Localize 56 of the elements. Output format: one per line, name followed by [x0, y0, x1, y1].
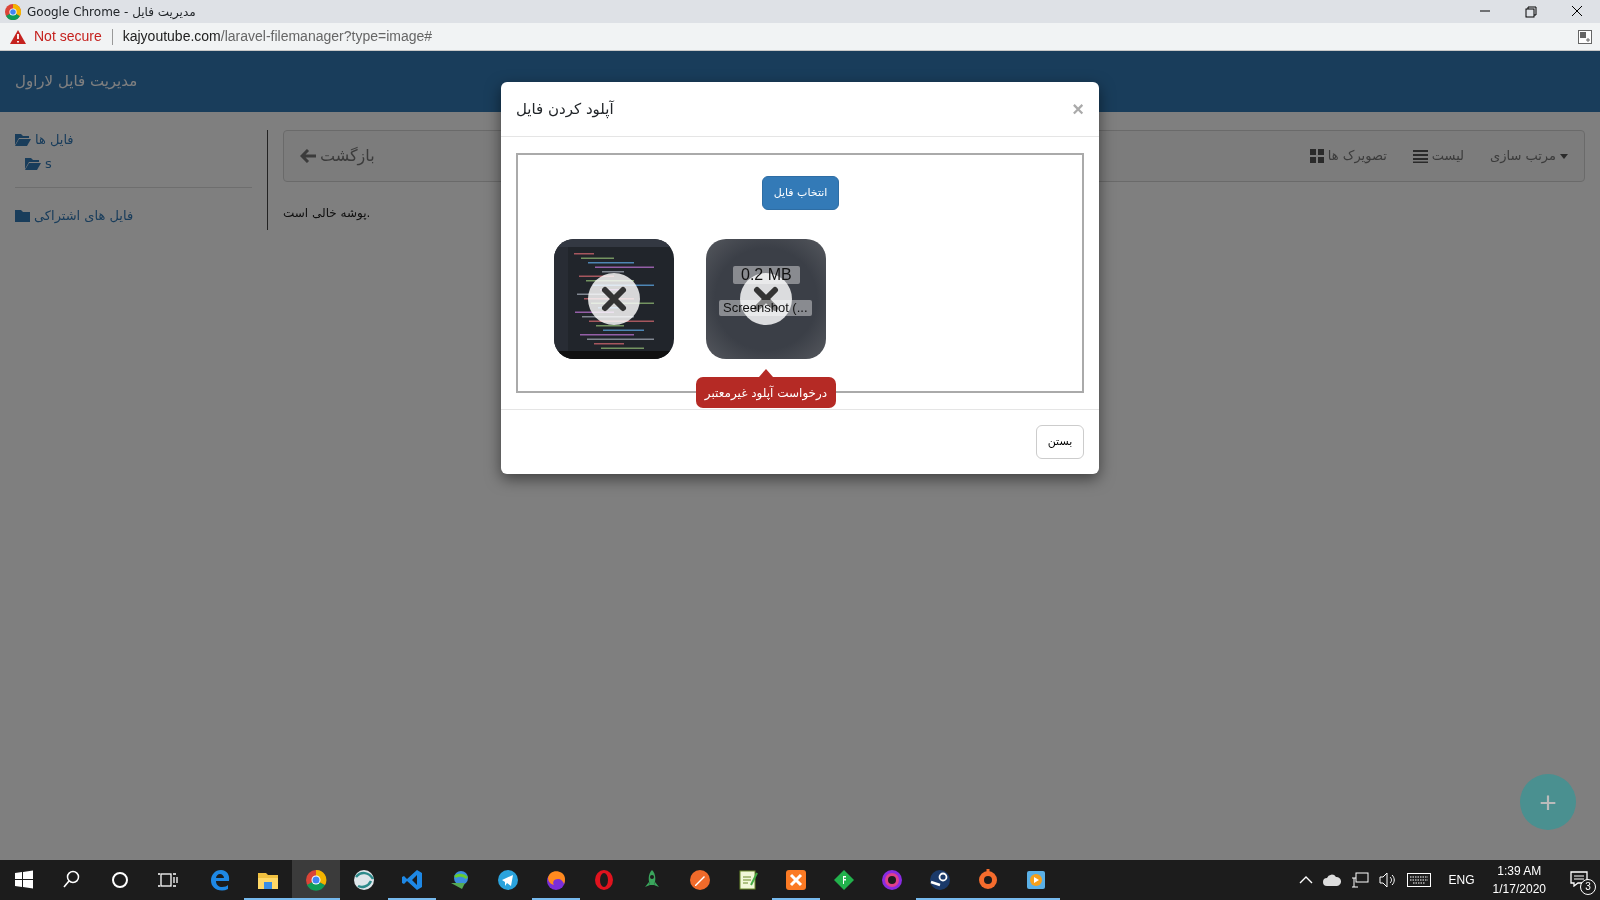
close-icon[interactable] [1570, 5, 1584, 18]
app-title: مدیریت فایل لاراول [15, 71, 138, 93]
keyboard-icon[interactable] [1406, 873, 1431, 887]
ring-target-icon [977, 869, 999, 891]
clock-date[interactable]: 1/17/2020 [1492, 880, 1546, 898]
list-button[interactable]: لیست [1412, 146, 1465, 166]
grid-icon [1309, 149, 1324, 163]
fox-circle-icon [545, 869, 567, 891]
cloud-icon[interactable] [1322, 874, 1341, 886]
speaker-icon[interactable] [1378, 872, 1397, 888]
file-name: Screenshot (... [719, 300, 812, 317]
folder-link[interactable]: فایل های اشتراکی [34, 206, 134, 226]
close-button[interactable]: × [1072, 99, 1084, 119]
list-icon [1412, 149, 1428, 163]
ring-icon [593, 869, 615, 891]
globe-icon [353, 869, 375, 891]
tricolor-circle-icon [5, 3, 21, 20]
arrow-left-icon [300, 149, 316, 163]
caret-icon [1560, 153, 1568, 159]
windows-logo-icon[interactable] [13, 869, 35, 891]
security-warning: Not secure [34, 27, 102, 46]
pen-circle-icon [689, 869, 711, 891]
notepad-icon [737, 869, 759, 891]
diamond-icon [833, 869, 855, 891]
error-tooltip: درخواست آپلود غیرمعتبر [696, 369, 836, 408]
url-text[interactable]: kajyoutube.com/laravel-filemanager?type=image# [122, 26, 433, 47]
dialog-title: آپلود کردن فایل [516, 98, 614, 121]
tricolor-circle-icon [305, 869, 327, 891]
back-button[interactable]: بازگشت [300, 144, 375, 168]
restore-icon[interactable] [1524, 5, 1538, 18]
add-button[interactable]: + [1520, 774, 1576, 830]
close-dialog-button[interactable]: بستن [1036, 425, 1084, 459]
notification-count: 3 [1580, 879, 1596, 895]
warning-icon [10, 29, 26, 44]
folder-link[interactable]: فایل ها [35, 130, 74, 150]
file-size: 0.2 MB [733, 266, 800, 284]
empty-folder-message: پوشه خالی است. [283, 205, 372, 222]
sort-dropdown[interactable]: مرتب سازی [1490, 146, 1568, 166]
folder-link[interactable]: s [45, 153, 52, 173]
language-indicator[interactable]: ENG [1448, 871, 1475, 889]
circle-icon[interactable] [109, 869, 131, 891]
globe-arrow-icon [449, 869, 471, 891]
swirl-circle-icon [881, 869, 903, 891]
clock-time[interactable]: 1:39 AM [1497, 862, 1542, 880]
chevron-up-icon[interactable] [1298, 875, 1313, 885]
thumbnails-button[interactable]: تصویرک ها [1309, 146, 1387, 166]
e-letter-icon [209, 869, 231, 891]
ribbon-icon [401, 869, 423, 891]
play-square-icon [1025, 869, 1047, 891]
choose-file-button[interactable]: انتخاب فایل [762, 176, 839, 210]
taskbar-button[interactable] [292, 860, 340, 900]
x-square-icon [785, 869, 807, 891]
paper-plane-icon [497, 869, 519, 891]
window-title: Google Chrome - مدیریت فایل [27, 3, 196, 21]
remove-icon[interactable] [588, 273, 640, 325]
network-icon[interactable] [1350, 872, 1369, 888]
